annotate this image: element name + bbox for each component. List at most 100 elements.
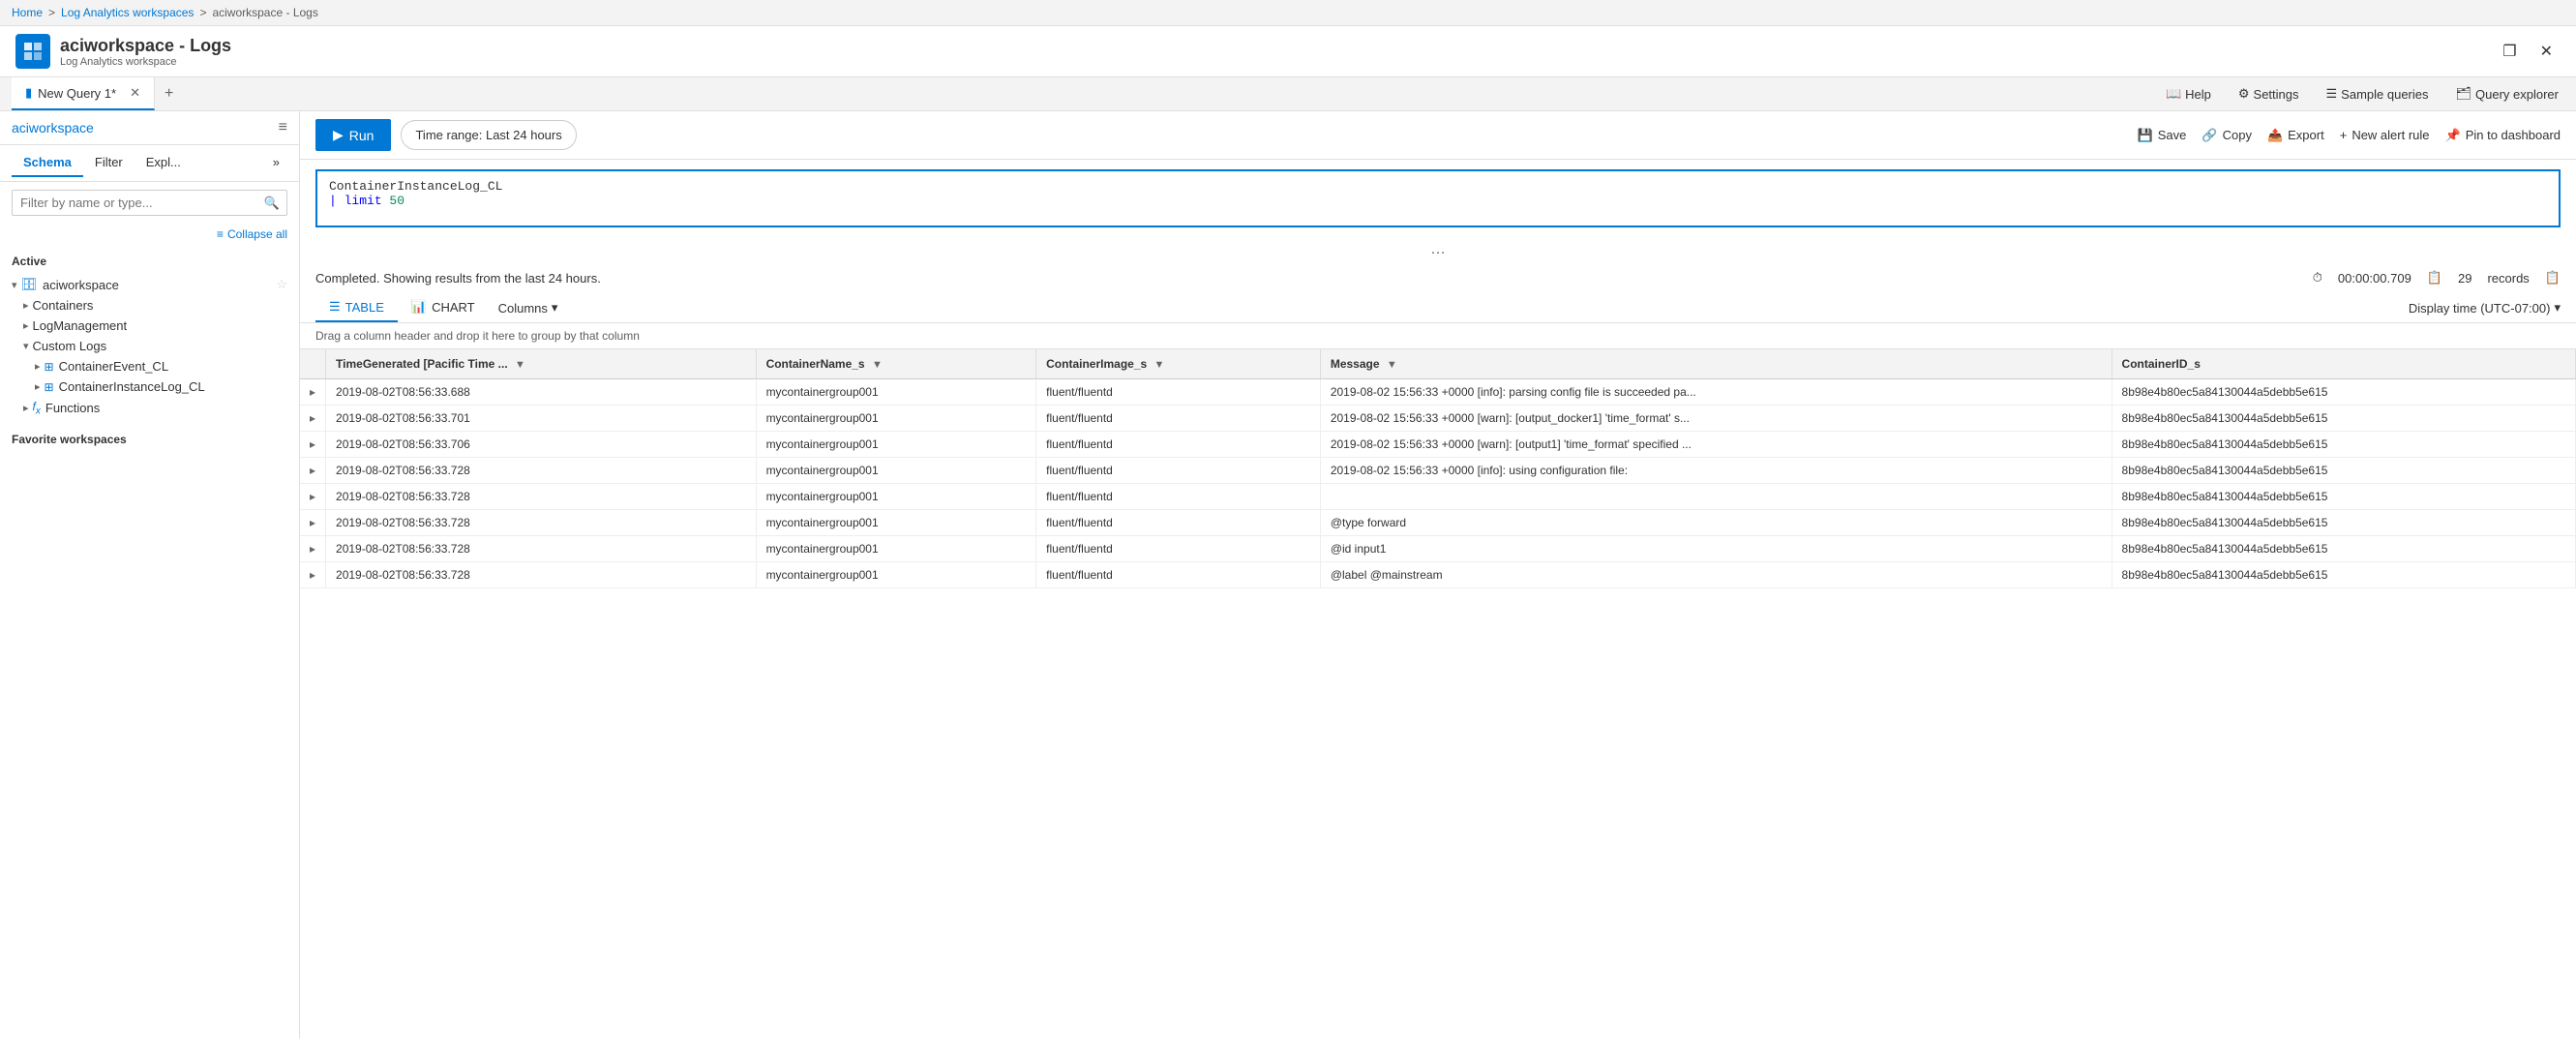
chart-tab-label: CHART bbox=[432, 300, 475, 315]
timer-icon: ⏱ bbox=[2313, 270, 2322, 286]
table-row[interactable]: ▸ 2019-08-02T08:56:33.688 mycontainergro… bbox=[300, 379, 2576, 406]
query-table-name: ContainerInstanceLog_CL bbox=[329, 179, 502, 194]
table-row[interactable]: ▸ 2019-08-02T08:56:33.728 mycontainergro… bbox=[300, 536, 2576, 562]
tree-item-aciworkspace[interactable]: ▾ 🗄 aciworkspace ☆ bbox=[0, 274, 299, 295]
tab-close-icon[interactable]: ✕ bbox=[130, 85, 140, 101]
col-container-image[interactable]: ContainerImage_s ▼ bbox=[1036, 349, 1321, 379]
sidebar: aciworkspace ≡ Schema Filter Expl... » 🔍… bbox=[0, 111, 300, 1038]
table-row[interactable]: ▸ 2019-08-02T08:56:33.728 mycontainergro… bbox=[300, 562, 2576, 588]
copy-records-icon[interactable]: 📋 bbox=[2545, 270, 2561, 286]
cell-container-id: 8b98e4b80ec5a84130044a5debb5e615 bbox=[2112, 458, 2575, 484]
query-editor[interactable]: ContainerInstanceLog_CL | limit 50 bbox=[315, 169, 2561, 227]
tab-chart[interactable]: 📊 CHART bbox=[398, 293, 489, 322]
chevron-right-icon: ▸ bbox=[35, 380, 41, 393]
cell-message: 2019-08-02 15:56:33 +0000 [warn]: [outpu… bbox=[1320, 432, 2112, 458]
display-time[interactable]: Display time (UTC-07:00) ▾ bbox=[2409, 300, 2561, 316]
table-row[interactable]: ▸ 2019-08-02T08:56:33.728 mycontainergro… bbox=[300, 510, 2576, 536]
sample-queries-button[interactable]: ☰ Sample queries bbox=[2321, 82, 2435, 105]
cell-time-generated: 2019-08-02T08:56:33.701 bbox=[326, 406, 757, 432]
collapse-sidebar-button[interactable]: » bbox=[265, 149, 287, 177]
cell-container-image: fluent/fluentd bbox=[1036, 406, 1321, 432]
breadcrumb-home[interactable]: Home bbox=[12, 6, 43, 19]
tree-item-custom-logs[interactable]: ▾ Custom Logs bbox=[0, 336, 299, 356]
row-expand-button[interactable]: ▸ bbox=[300, 510, 326, 536]
collapse-all-button[interactable]: ≡ Collapse all bbox=[0, 224, 299, 245]
col-time-generated[interactable]: TimeGenerated [Pacific Time ... ▼ bbox=[326, 349, 757, 379]
filter-icon[interactable]: ▼ bbox=[515, 359, 525, 371]
pin-to-dashboard-button[interactable]: 📌 Pin to dashboard bbox=[2445, 128, 2561, 143]
tree-item-functions[interactable]: ▸ fx Functions bbox=[0, 397, 299, 419]
record-count: 29 bbox=[2458, 271, 2471, 286]
timer-value: 00:00:00.709 bbox=[2338, 271, 2411, 286]
tree-item-containers[interactable]: ▸ Containers bbox=[0, 295, 299, 316]
tree-item-container-instance-log[interactable]: ▸ ⊞ ContainerInstanceLog_CL bbox=[0, 376, 299, 397]
row-expand-button[interactable]: ▸ bbox=[300, 379, 326, 406]
star-icon[interactable]: ☆ bbox=[276, 277, 287, 292]
sidebar-tabs: Schema Filter Expl... » bbox=[0, 145, 299, 182]
cell-container-image: fluent/fluentd bbox=[1036, 536, 1321, 562]
query-explorer-label: Query explorer bbox=[2475, 87, 2559, 102]
columns-button[interactable]: Columns ▾ bbox=[489, 294, 568, 321]
tab-schema[interactable]: Schema bbox=[12, 149, 83, 177]
time-range-button[interactable]: Time range: Last 24 hours bbox=[401, 120, 576, 150]
row-expand-button[interactable]: ▸ bbox=[300, 406, 326, 432]
status-text: Completed. Showing results from the last… bbox=[315, 271, 601, 286]
cell-time-generated: 2019-08-02T08:56:33.728 bbox=[326, 562, 757, 588]
filter-icon[interactable]: ▼ bbox=[1154, 359, 1165, 371]
col-container-name[interactable]: ContainerName_s ▼ bbox=[756, 349, 1036, 379]
cell-time-generated: 2019-08-02T08:56:33.728 bbox=[326, 458, 757, 484]
col-container-id[interactable]: ContainerID_s bbox=[2112, 349, 2575, 379]
table-row[interactable]: ▸ 2019-08-02T08:56:33.701 mycontainergro… bbox=[300, 406, 2576, 432]
add-tab-button[interactable]: + bbox=[155, 77, 183, 110]
breadcrumb: Home > Log Analytics workspaces > aciwor… bbox=[0, 0, 2576, 26]
cell-message: 2019-08-02 15:56:33 +0000 [warn]: [outpu… bbox=[1320, 406, 2112, 432]
filter-input[interactable] bbox=[12, 190, 287, 216]
cell-container-image: fluent/fluentd bbox=[1036, 458, 1321, 484]
sidebar-filter: 🔍 bbox=[0, 182, 299, 224]
cell-container-name: mycontainergroup001 bbox=[756, 510, 1036, 536]
filter-icon[interactable]: ▼ bbox=[872, 359, 883, 371]
restore-window-button[interactable]: ❐ bbox=[2495, 38, 2524, 65]
query-explorer-button[interactable]: 🗂 Query explorer bbox=[2450, 82, 2565, 105]
tree-item-container-event[interactable]: ▸ ⊞ ContainerEvent_CL bbox=[0, 356, 299, 376]
cell-container-id: 8b98e4b80ec5a84130044a5debb5e615 bbox=[2112, 510, 2575, 536]
row-expand-button[interactable]: ▸ bbox=[300, 562, 326, 588]
sidebar-header: aciworkspace ≡ bbox=[0, 111, 299, 145]
copy-icon: 🔗 bbox=[2202, 128, 2217, 143]
workspace-name[interactable]: aciworkspace bbox=[12, 120, 94, 135]
table-row[interactable]: ▸ 2019-08-02T08:56:33.728 mycontainergro… bbox=[300, 458, 2576, 484]
cell-container-id: 8b98e4b80ec5a84130044a5debb5e615 bbox=[2112, 536, 2575, 562]
help-icon: 📖 bbox=[2166, 86, 2181, 102]
new-alert-rule-button[interactable]: + New alert rule bbox=[2340, 128, 2430, 142]
table-row[interactable]: ▸ 2019-08-02T08:56:33.706 mycontainergro… bbox=[300, 432, 2576, 458]
cell-time-generated: 2019-08-02T08:56:33.706 bbox=[326, 432, 757, 458]
results-table-wrap[interactable]: TimeGenerated [Pacific Time ... ▼ Contai… bbox=[300, 349, 2576, 1038]
help-label: Help bbox=[2185, 87, 2211, 102]
filter-icon[interactable]: ▼ bbox=[1387, 359, 1397, 371]
tab-new-query-1[interactable]: ▮ New Query 1* ✕ bbox=[12, 77, 155, 110]
save-button[interactable]: 💾 Save bbox=[2138, 128, 2187, 143]
export-button[interactable]: 📤 Export bbox=[2267, 128, 2324, 143]
breadcrumb-workspaces[interactable]: Log Analytics workspaces bbox=[61, 6, 194, 19]
tab-filter[interactable]: Filter bbox=[83, 149, 135, 177]
row-expand-button[interactable]: ▸ bbox=[300, 458, 326, 484]
tab-explore[interactable]: Expl... bbox=[135, 149, 193, 177]
settings-icon: ⚙ bbox=[2238, 86, 2250, 102]
settings-button[interactable]: ⚙ Settings bbox=[2232, 82, 2305, 105]
sidebar-settings-button[interactable]: ≡ bbox=[279, 119, 287, 136]
run-button[interactable]: ▶ Run bbox=[315, 119, 391, 151]
query-area: ▶ Run Time range: Last 24 hours 💾 Save 🔗… bbox=[300, 111, 2576, 1038]
help-button[interactable]: 📖 Help bbox=[2160, 82, 2217, 105]
col-message[interactable]: Message ▼ bbox=[1320, 349, 2112, 379]
table-row[interactable]: ▸ 2019-08-02T08:56:33.728 mycontainergro… bbox=[300, 484, 2576, 510]
results-table: TimeGenerated [Pacific Time ... ▼ Contai… bbox=[300, 349, 2576, 588]
query-toolbar: ▶ Run Time range: Last 24 hours 💾 Save 🔗… bbox=[300, 111, 2576, 160]
close-window-button[interactable]: ✕ bbox=[2532, 38, 2561, 65]
row-expand-button[interactable]: ▸ bbox=[300, 432, 326, 458]
tab-table[interactable]: ☰ TABLE bbox=[315, 293, 398, 322]
copy-button[interactable]: 🔗 Copy bbox=[2202, 128, 2252, 143]
tree-item-logmanagement[interactable]: ▸ LogManagement bbox=[0, 316, 299, 336]
cell-container-image: fluent/fluentd bbox=[1036, 379, 1321, 406]
row-expand-button[interactable]: ▸ bbox=[300, 536, 326, 562]
row-expand-button[interactable]: ▸ bbox=[300, 484, 326, 510]
